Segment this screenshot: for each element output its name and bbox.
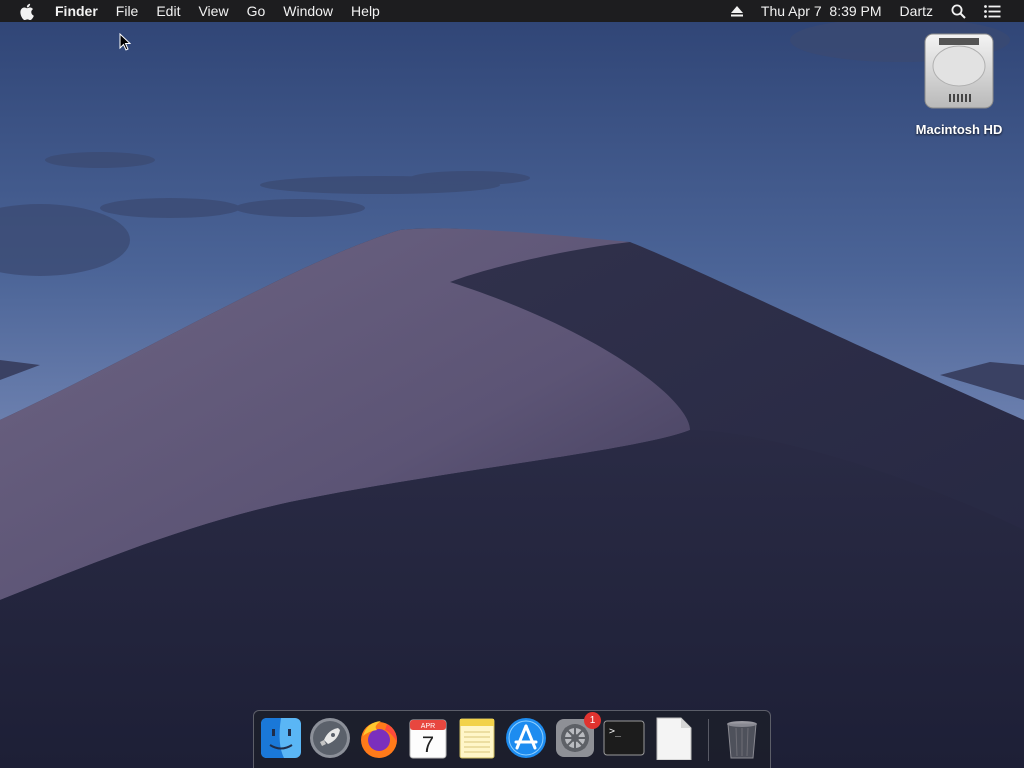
eject-icon[interactable] [722, 0, 752, 22]
apple-icon[interactable] [0, 3, 46, 20]
desktop-icon-label: Macintosh HD [915, 122, 1003, 137]
app-store-icon [506, 718, 546, 758]
desktop-wallpaper [0, 0, 1024, 768]
dock-finder[interactable] [259, 716, 303, 760]
menu-user[interactable]: Dartz [891, 0, 942, 22]
list-icon[interactable] [975, 0, 1010, 22]
dock-document[interactable] [651, 716, 695, 761]
dock: APR 7 1 >_ [253, 710, 771, 768]
calendar-day: 7 [422, 732, 434, 757]
menu-window[interactable]: Window [274, 0, 342, 22]
notification-badge: 1 [584, 712, 601, 729]
dock-calendar[interactable]: APR 7 [406, 716, 450, 760]
menu-view[interactable]: View [189, 0, 237, 22]
finder-icon [261, 718, 301, 758]
terminal-icon: >_ [603, 720, 645, 756]
dock-trash[interactable] [720, 716, 764, 760]
calendar-icon: APR 7 [409, 719, 447, 759]
menu-file[interactable]: File [107, 0, 148, 22]
menu-go[interactable]: Go [238, 0, 275, 22]
menu-bar: Finder File Edit View Go Window Help Thu… [0, 0, 1024, 22]
firefox-icon [361, 721, 397, 758]
calendar-month: APR [421, 723, 435, 730]
rocket-icon [310, 718, 350, 758]
dock-separator [708, 719, 709, 761]
terminal-prompt: >_ [609, 726, 622, 737]
document-icon [656, 717, 692, 761]
dock-firefox[interactable] [357, 716, 401, 760]
mouse-cursor [119, 32, 132, 56]
menu-clock[interactable]: Thu Apr 7 8:39 PM [752, 0, 891, 22]
dock-system-preferences[interactable]: 1 [553, 712, 601, 760]
dock-launchpad[interactable] [308, 716, 352, 760]
hard-drive-icon [919, 30, 999, 112]
search-icon[interactable] [942, 0, 975, 22]
notes-icon [459, 718, 495, 759]
dock-notes[interactable] [455, 716, 499, 760]
dock-app-store[interactable] [504, 716, 548, 760]
menu-app-name[interactable]: Finder [46, 0, 107, 22]
menu-edit[interactable]: Edit [147, 0, 189, 22]
trash-icon [727, 721, 757, 759]
desktop-icon-macintosh-hd[interactable]: Macintosh HD [906, 30, 1012, 137]
dock-terminal[interactable]: >_ [602, 716, 646, 760]
menu-help[interactable]: Help [342, 0, 389, 22]
